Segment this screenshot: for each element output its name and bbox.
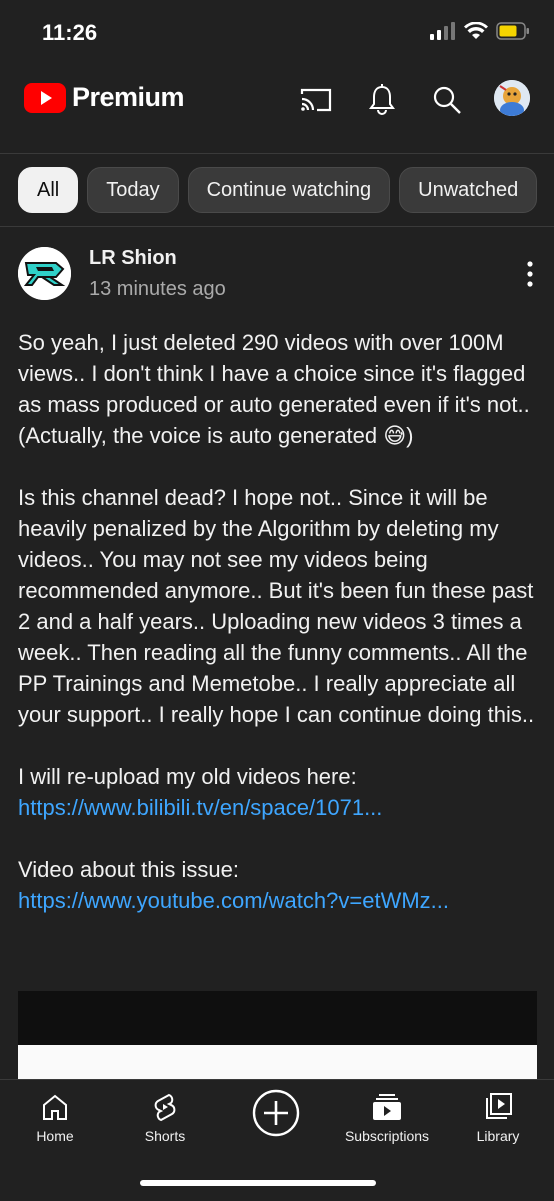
channel-avatar[interactable] bbox=[18, 247, 71, 300]
app-header: Premium bbox=[0, 66, 554, 132]
notifications-button[interactable] bbox=[364, 82, 400, 118]
add-circle-icon bbox=[252, 1089, 300, 1137]
nav-shorts[interactable]: Shorts bbox=[115, 1092, 215, 1144]
bilibili-link[interactable]: https://www.bilibili.tv/en/space/1071... bbox=[18, 792, 538, 823]
nav-home-label: Home bbox=[36, 1128, 74, 1144]
cast-button[interactable] bbox=[298, 82, 334, 118]
battery-icon bbox=[496, 22, 529, 40]
youtube-premium-logo[interactable]: Premium bbox=[24, 82, 185, 113]
shorts-icon bbox=[154, 1093, 176, 1122]
chip-all[interactable]: All bbox=[18, 167, 79, 213]
reupload-text: I will re-upload my old videos here: bbox=[18, 764, 357, 789]
chip-today[interactable]: Today bbox=[87, 167, 179, 213]
signal-icon bbox=[430, 22, 455, 40]
status-time: 11:26 bbox=[42, 20, 98, 45]
avatar-image bbox=[494, 80, 530, 116]
chip-continue-watching[interactable]: Continue watching bbox=[187, 167, 391, 213]
channel-name[interactable]: LR Shion bbox=[89, 247, 177, 270]
create-button[interactable] bbox=[226, 1088, 326, 1138]
post-body: So yeah, I just deleted 290 videos with … bbox=[18, 327, 538, 947]
post-paragraph-1: So yeah, I just deleted 290 videos with … bbox=[18, 330, 530, 448]
search-icon bbox=[433, 86, 461, 114]
library-icon bbox=[486, 1093, 512, 1119]
chips-divider bbox=[0, 226, 554, 227]
wifi-icon bbox=[464, 22, 488, 39]
filter-chips: All Today Continue watching Unwatched bbox=[18, 167, 538, 213]
home-icon bbox=[43, 1094, 67, 1120]
post-paragraph-2: Is this channel dead? I hope not.. Since… bbox=[18, 485, 535, 727]
post-menu-button[interactable] bbox=[516, 259, 544, 289]
post-timestamp: 13 minutes ago bbox=[89, 278, 226, 300]
nav-shorts-label: Shorts bbox=[144, 1128, 186, 1144]
nav-subscriptions-label: Subscriptions bbox=[344, 1128, 430, 1144]
cast-icon bbox=[300, 88, 332, 112]
nav-home[interactable]: Home bbox=[5, 1092, 105, 1144]
bell-icon bbox=[369, 84, 395, 115]
status-icons bbox=[430, 22, 530, 40]
brand-label: Premium bbox=[72, 82, 185, 112]
youtube-logo-icon bbox=[24, 82, 66, 113]
nav-subscriptions[interactable]: Subscriptions bbox=[337, 1092, 437, 1144]
more-vert-icon bbox=[527, 261, 533, 287]
channel-logo-icon bbox=[18, 247, 71, 300]
status-bar: 11:26 bbox=[0, 0, 554, 66]
nav-library-label: Library bbox=[476, 1128, 520, 1144]
link-preview-thumbnail[interactable] bbox=[18, 991, 537, 1086]
account-avatar[interactable] bbox=[494, 80, 530, 116]
header-divider bbox=[0, 153, 554, 154]
subscriptions-icon bbox=[373, 1094, 401, 1120]
home-indicator bbox=[140, 1180, 376, 1186]
nav-library[interactable]: Library bbox=[448, 1092, 548, 1144]
youtube-video-link[interactable]: https://www.youtube.com/watch?v=etWMz... bbox=[18, 885, 538, 916]
video-text: Video about this issue: bbox=[18, 857, 239, 882]
chip-unwatched[interactable]: Unwatched bbox=[399, 167, 538, 213]
search-button[interactable] bbox=[429, 82, 465, 118]
post-paragraph-3: I will re-upload my old videos here: htt… bbox=[18, 761, 538, 823]
post-paragraph-4: Video about this issue: https://www.yout… bbox=[18, 854, 538, 916]
